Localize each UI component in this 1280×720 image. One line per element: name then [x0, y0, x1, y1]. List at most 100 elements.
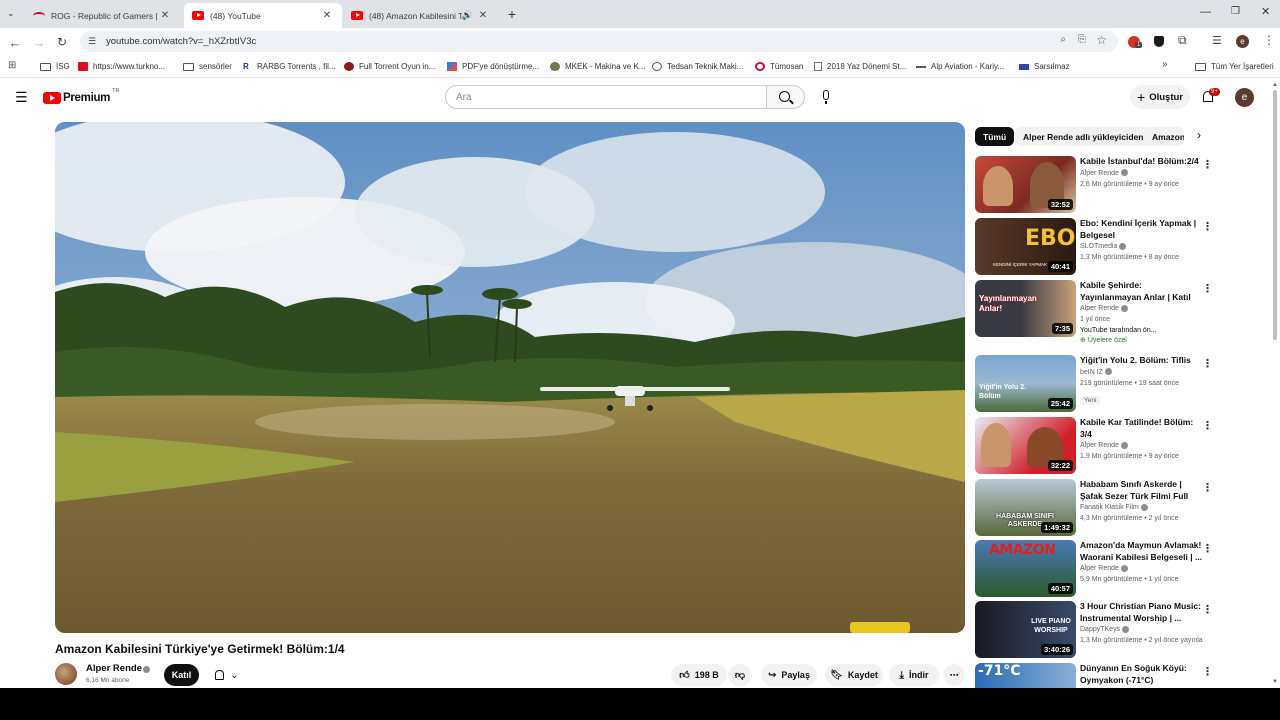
recommendation-item[interactable]: LIVE PIANO WORSHIP 3:40:26 3 Hour Christ…	[975, 601, 1225, 659]
channel-avatar[interactable]	[55, 663, 77, 685]
save-button[interactable]: 🔖︎ Kaydet	[825, 664, 883, 686]
like-button[interactable]: 👍︎ 198 B	[671, 664, 727, 686]
recommendation-title[interactable]: Amazon'da Maymun Avlamak! Waorani Kabile…	[1080, 540, 1203, 563]
recommendation-item[interactable]: -71°C Dünyanın En Soğuk Köyü: Oymyakon (…	[975, 663, 1225, 688]
video-thumbnail[interactable]: HABABAM SINIFI ASKERDE 1:49:32	[975, 479, 1076, 536]
bookmark-isg[interactable]: İSG	[40, 59, 70, 74]
apps-grid-icon[interactable]: ⊞	[8, 60, 16, 71]
recommendation-title[interactable]: Kabile Kar Tatilinde! Bölüm: 3/4	[1080, 417, 1203, 440]
bookmark-mkek[interactable]: MKEK - Makina ve K...	[550, 59, 645, 74]
more-icon[interactable]: ⋮	[1202, 665, 1213, 678]
scroll-up-icon[interactable]: ▲	[1272, 82, 1278, 88]
chip-uploader[interactable]: Alper Rende adlı yükleyiciden	[1015, 127, 1152, 146]
more-bookmarks-icon[interactable]: »	[1162, 59, 1168, 70]
search-button[interactable]	[767, 85, 805, 109]
bookmark-alp-aviation[interactable]: Alp Aviation - Kariy...	[916, 59, 1004, 74]
recommendation-title[interactable]: Kabile İstanbul'da! Bölüm:2/4	[1080, 156, 1203, 168]
profile-avatar[interactable]: e	[1236, 35, 1249, 48]
video-thumbnail[interactable]: Yayınlanmayan Anlar! 7:35	[975, 280, 1076, 337]
close-icon[interactable]: ✕	[476, 10, 490, 21]
tab-youtube[interactable]: (48) YouTube ✕	[184, 3, 342, 28]
recommendation-item[interactable]: HABABAM SINIFI ASKERDE 1:49:32 Hababam S…	[975, 479, 1225, 537]
channel-name[interactable]: Alper Rende	[86, 663, 142, 674]
media-control-icon[interactable]: ☰	[1212, 34, 1222, 47]
recommendation-channel[interactable]: Alper Rende	[1080, 170, 1119, 177]
more-icon[interactable]: ⋮	[1202, 282, 1213, 295]
voice-search-button[interactable]	[813, 85, 839, 109]
browser-menu-icon[interactable]: ⋮	[1263, 33, 1275, 47]
install-app-icon[interactable]: ⎘	[1078, 34, 1086, 45]
zoom-icon[interactable]: ⌕	[1060, 34, 1066, 45]
recommendation-channel[interactable]: Alper Rende	[1080, 565, 1119, 572]
chip-all[interactable]: Tümü	[975, 127, 1015, 146]
recommendation-channel[interactable]: Alper Rende	[1080, 305, 1119, 312]
recommendation-title[interactable]: Kabile Şehirde: Yayınlanmayan Anlar | Ka…	[1080, 280, 1203, 303]
minimize-button[interactable]: —	[1200, 6, 1211, 18]
address-bar[interactable]: ☰ youtube.com/watch?v=_hXZrbtIV3c ⌕ ⎘ ☆	[80, 31, 1118, 52]
recommendation-channel[interactable]: DappyTKeys	[1080, 626, 1120, 633]
reload-button[interactable]: ↻	[53, 33, 71, 51]
recommendation-title[interactable]: 3 Hour Christian Piano Music: Instrument…	[1080, 601, 1203, 624]
bookmark-torrent[interactable]: Full Torrent Oyun in...	[344, 59, 435, 74]
extensions-puzzle-icon[interactable]: ⧉	[1178, 33, 1187, 48]
more-icon[interactable]: ⋮	[1202, 220, 1213, 233]
recommendation-item[interactable]: AMAZON 40:57 Amazon'da Maymun Avlamak! W…	[975, 540, 1225, 598]
recommendation-item[interactable]: 32:52 Kabile İstanbul'da! Bölüm:2/4 Alpe…	[975, 156, 1225, 214]
more-icon[interactable]: ⋮	[1202, 542, 1213, 555]
tab-rog[interactable]: ROG - Republic of Gamers | Glo ✕	[25, 3, 180, 28]
recommendation-channel[interactable]: Fanatik Klasik Film	[1080, 504, 1139, 511]
more-actions-button[interactable]: ⋯	[943, 664, 965, 686]
bookmark-tumosan[interactable]: Tümosan	[755, 59, 803, 74]
more-icon[interactable]: ⋮	[1202, 481, 1213, 494]
close-icon[interactable]: ✕	[320, 10, 334, 21]
search-input[interactable]: Ara	[445, 85, 767, 109]
back-button[interactable]: ←	[6, 33, 24, 51]
video-thumbnail[interactable]: 32:52	[975, 156, 1076, 213]
more-icon[interactable]: ⋮	[1202, 603, 1213, 616]
video-thumbnail[interactable]: LIVE PIANO WORSHIP 3:40:26	[975, 601, 1076, 658]
recommendation-channel[interactable]: Alper Rende	[1080, 442, 1119, 449]
bookmark-pdf[interactable]: PDF'ye dönüştürme...	[447, 59, 539, 74]
close-window-button[interactable]: ✕	[1261, 5, 1270, 18]
video-thumbnail[interactable]: EBO KENDİNİ İÇERİK YAPMAK 40:41	[975, 218, 1076, 275]
bookmark-rarbg[interactable]: R RARBG Torrents , fil...	[243, 59, 336, 74]
subscribed-button[interactable]: ⌄	[207, 664, 247, 686]
page-scrollbar[interactable]: ▲ ▼	[1271, 82, 1279, 688]
recommendation-title[interactable]: Yiğit'in Yolu 2. Bölüm: Tiflis	[1080, 355, 1203, 367]
scroll-down-icon[interactable]: ▼	[1272, 679, 1278, 685]
recommendation-title[interactable]: Ebo: Kendini İçerik Yapmak | Belgesel	[1080, 218, 1203, 241]
video-player[interactable]	[55, 122, 965, 633]
tab-list-icon[interactable]: ⌄	[7, 8, 15, 19]
recommendation-item[interactable]: EBO KENDİNİ İÇERİK YAPMAK 40:41 Ebo: Ken…	[975, 218, 1225, 276]
tab-amazon-video[interactable]: (48) Amazon Kabilesini Türki 🔊 ✕	[343, 3, 498, 28]
create-button[interactable]: + Oluştur	[1130, 85, 1190, 109]
scrollbar-thumb[interactable]	[1273, 90, 1277, 340]
more-icon[interactable]: ⋮	[1202, 158, 1213, 171]
url-text[interactable]: youtube.com/watch?v=_hXZrbtIV3c	[106, 36, 256, 47]
extension-shield-icon[interactable]	[1154, 36, 1164, 47]
chevron-right-icon[interactable]: ›	[1197, 128, 1201, 142]
user-avatar[interactable]: e	[1235, 88, 1254, 107]
more-icon[interactable]: ⋮	[1202, 419, 1213, 432]
recommendation-channel[interactable]: SLOTmedia	[1080, 243, 1117, 250]
forward-button[interactable]: →	[30, 33, 48, 51]
bookmark-tedsan[interactable]: Tedsan Teknik Maki...	[652, 59, 743, 74]
video-thumbnail[interactable]: Yiğit'in Yolu 2. Bölüm 25:42	[975, 355, 1076, 412]
join-button[interactable]: Katıl	[164, 664, 199, 686]
dislike-button[interactable]: 👎︎	[728, 664, 752, 686]
bookmark-sensorler[interactable]: sensörler	[183, 59, 232, 74]
new-tab-button[interactable]: +	[503, 5, 521, 23]
download-button[interactable]: ⤓ İndir	[889, 664, 939, 686]
recommendation-title[interactable]: Hababam Sınıfı Askerde | Şafak Sezer Tür…	[1080, 479, 1203, 502]
site-info-icon[interactable]: ☰	[88, 36, 96, 47]
recommendation-title[interactable]: Dünyanın En Soğuk Köyü: Oymyakon (-71°C)	[1080, 663, 1203, 686]
close-icon[interactable]: ✕	[158, 10, 172, 21]
recommendation-item[interactable]: Yayınlanmayan Anlar! 7:35 Kabile Şehirde…	[975, 280, 1225, 352]
recommendation-item[interactable]: Yiğit'in Yolu 2. Bölüm 25:42 Yiğit'in Yo…	[975, 355, 1225, 413]
more-icon[interactable]: ⋮	[1202, 357, 1213, 370]
bookmark-star-icon[interactable]: ☆	[1096, 33, 1107, 47]
hamburger-menu-icon[interactable]: ☰	[15, 89, 28, 106]
share-button[interactable]: ↪ Paylaş	[761, 664, 817, 686]
chip-amazon[interactable]: Amazon	[1144, 127, 1184, 146]
video-thumbnail[interactable]: -71°C	[975, 663, 1076, 688]
